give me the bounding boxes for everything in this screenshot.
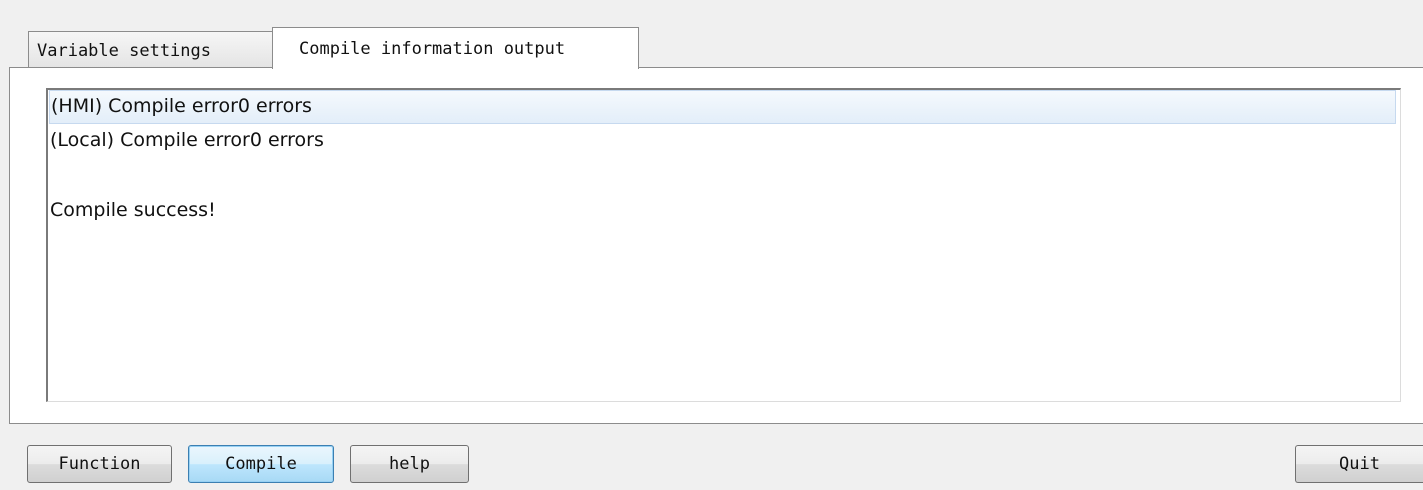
tab-compile-information-output[interactable]: Compile information output: [272, 27, 639, 69]
help-button-label: help: [389, 454, 430, 474]
compile-dialog: Variable settings Compile information ou…: [0, 0, 1423, 490]
list-item-text: Compile success!: [50, 199, 216, 221]
tab-variable-settings[interactable]: Variable settings: [28, 31, 273, 68]
list-item[interactable]: (HMI) Compile error0 errors: [49, 90, 1396, 124]
list-item-text: (Local) Compile error0 errors: [50, 129, 324, 151]
function-button[interactable]: Function: [27, 445, 172, 483]
function-button-label: Function: [58, 454, 141, 474]
tab-compile-information-output-label: Compile information output: [299, 39, 566, 59]
quit-button-label: Quit: [1339, 454, 1380, 474]
compile-button[interactable]: Compile: [188, 445, 334, 483]
list-item[interactable]: [49, 160, 1396, 194]
tab-variable-settings-label: Variable settings: [37, 41, 211, 61]
help-button[interactable]: help: [350, 445, 469, 483]
list-item[interactable]: (Local) Compile error0 errors: [49, 125, 1396, 159]
list-item[interactable]: Compile success!: [49, 195, 1396, 229]
quit-button[interactable]: Quit: [1295, 445, 1423, 483]
compile-output-list[interactable]: (HMI) Compile error0 errors (Local) Comp…: [46, 88, 1401, 402]
compile-button-label: Compile: [225, 454, 297, 474]
list-item-text: (HMI) Compile error0 errors: [51, 95, 312, 117]
